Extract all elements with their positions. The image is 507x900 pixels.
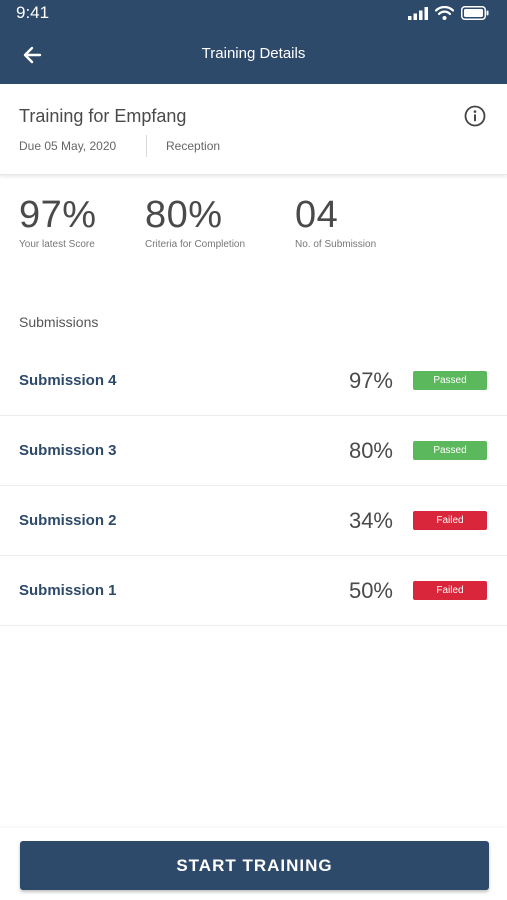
cellular-signal-icon (408, 6, 428, 20)
submission-score: 34% (348, 508, 393, 533)
stat-submission-count: 04 No. of Submission (295, 192, 376, 250)
submission-row[interactable]: Submission 3 80% Passed (0, 416, 507, 486)
wifi-icon (435, 6, 454, 20)
submission-name: Submission 3 (19, 442, 117, 459)
stat-latest-score: 97% Your latest Score (19, 192, 97, 250)
submissions-heading: Submissions (19, 314, 99, 330)
stat-label: Your latest Score (19, 239, 95, 250)
stat-label: Criteria for Completion (145, 239, 246, 250)
submission-name: Submission 4 (19, 372, 117, 389)
stat-label: No. of Submission (295, 239, 377, 250)
submission-name: Submission 1 (19, 582, 117, 599)
submission-row[interactable]: Submission 1 50% Failed (0, 556, 507, 626)
status-bar: 9:41 (0, 0, 507, 26)
status-icons (408, 6, 489, 20)
training-due-date: Due 05 May, 2020 (19, 139, 117, 153)
stat-value: 04 (295, 194, 339, 236)
start-training-button[interactable]: START TRAINING (20, 841, 489, 890)
stat-value: 80% (145, 194, 223, 236)
training-title: Training for Empfang (19, 106, 187, 126)
status-badge: Passed (413, 441, 487, 460)
nav-bar: Training Details (0, 26, 507, 84)
submission-row[interactable]: Submission 2 34% Failed (0, 486, 507, 556)
status-badge: Failed (413, 511, 487, 530)
submission-score: 80% (348, 438, 393, 463)
training-department: Reception (166, 139, 221, 153)
submission-name: Submission 2 (19, 512, 117, 529)
submission-score: 50% (348, 578, 393, 603)
submission-list: Submission 4 97% Passed Submission 3 80%… (0, 346, 507, 626)
battery-icon (461, 6, 489, 20)
page-title: Training Details (201, 45, 306, 62)
status-badge: Failed (413, 581, 487, 600)
bottom-action-bar: START TRAINING (0, 828, 507, 900)
meta-divider (146, 135, 147, 157)
status-badge: Passed (413, 371, 487, 390)
training-card: Training for Empfang Due 05 May, 2020 Re… (0, 84, 507, 175)
info-icon (464, 105, 486, 127)
status-time: 9:41 (16, 3, 50, 22)
stat-completion-criteria: 80% Criteria for Completion (145, 192, 245, 250)
submission-score: 97% (348, 368, 393, 393)
info-button[interactable] (463, 104, 487, 128)
stat-value: 97% (19, 194, 97, 236)
submission-row[interactable]: Submission 4 97% Passed (0, 346, 507, 416)
